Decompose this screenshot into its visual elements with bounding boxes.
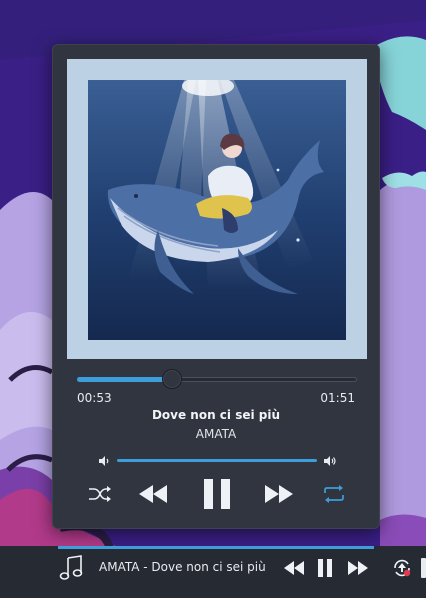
volume-low-icon[interactable] [97,454,111,468]
play-pause-button[interactable] [198,477,236,511]
previous-track-button[interactable] [135,477,171,511]
taskbar-next-button[interactable] [347,558,369,578]
shuffle-icon [89,486,111,502]
seek-slider[interactable] [77,369,357,389]
volume-slider[interactable] [117,459,317,462]
tray-item-partial[interactable] [421,558,426,578]
album-cover-frame [67,59,367,359]
track-artist: AMATA [195,427,237,441]
repeat-button[interactable] [319,477,349,511]
pause-icon [204,479,230,509]
track-title: Dove non ci sei più [151,408,281,422]
skip-forward-icon [348,561,368,575]
pause-icon [318,559,332,577]
taskbar-media-progress [58,546,374,549]
repeat-icon [324,485,344,503]
seek-progress-fill [77,377,173,382]
total-time: 01:51 [320,391,355,405]
media-player-popup: 00:53 01:51 Dove non ci sei più AMATA [52,44,380,529]
taskbar: AMATA - Dove non ci sei più [0,546,426,598]
skip-back-icon [139,485,167,503]
taskbar-now-playing-label[interactable]: AMATA - Dove non ci sei più [99,560,266,574]
taskbar-play-pause-button[interactable] [316,558,334,578]
seek-handle[interactable] [162,369,183,389]
elapsed-time: 00:53 [77,391,112,405]
taskbar-previous-button[interactable] [283,558,305,578]
shuffle-button[interactable] [85,477,115,511]
volume-high-icon[interactable] [323,454,337,468]
album-cover-art [88,80,346,340]
music-note-icon[interactable] [58,555,84,581]
volume-control [97,453,337,469]
volume-fill [117,459,317,462]
next-track-button[interactable] [261,477,297,511]
skip-back-icon [284,561,304,575]
software-update-icon[interactable] [392,558,412,578]
skip-forward-icon [265,485,293,503]
playback-controls [53,477,379,511]
